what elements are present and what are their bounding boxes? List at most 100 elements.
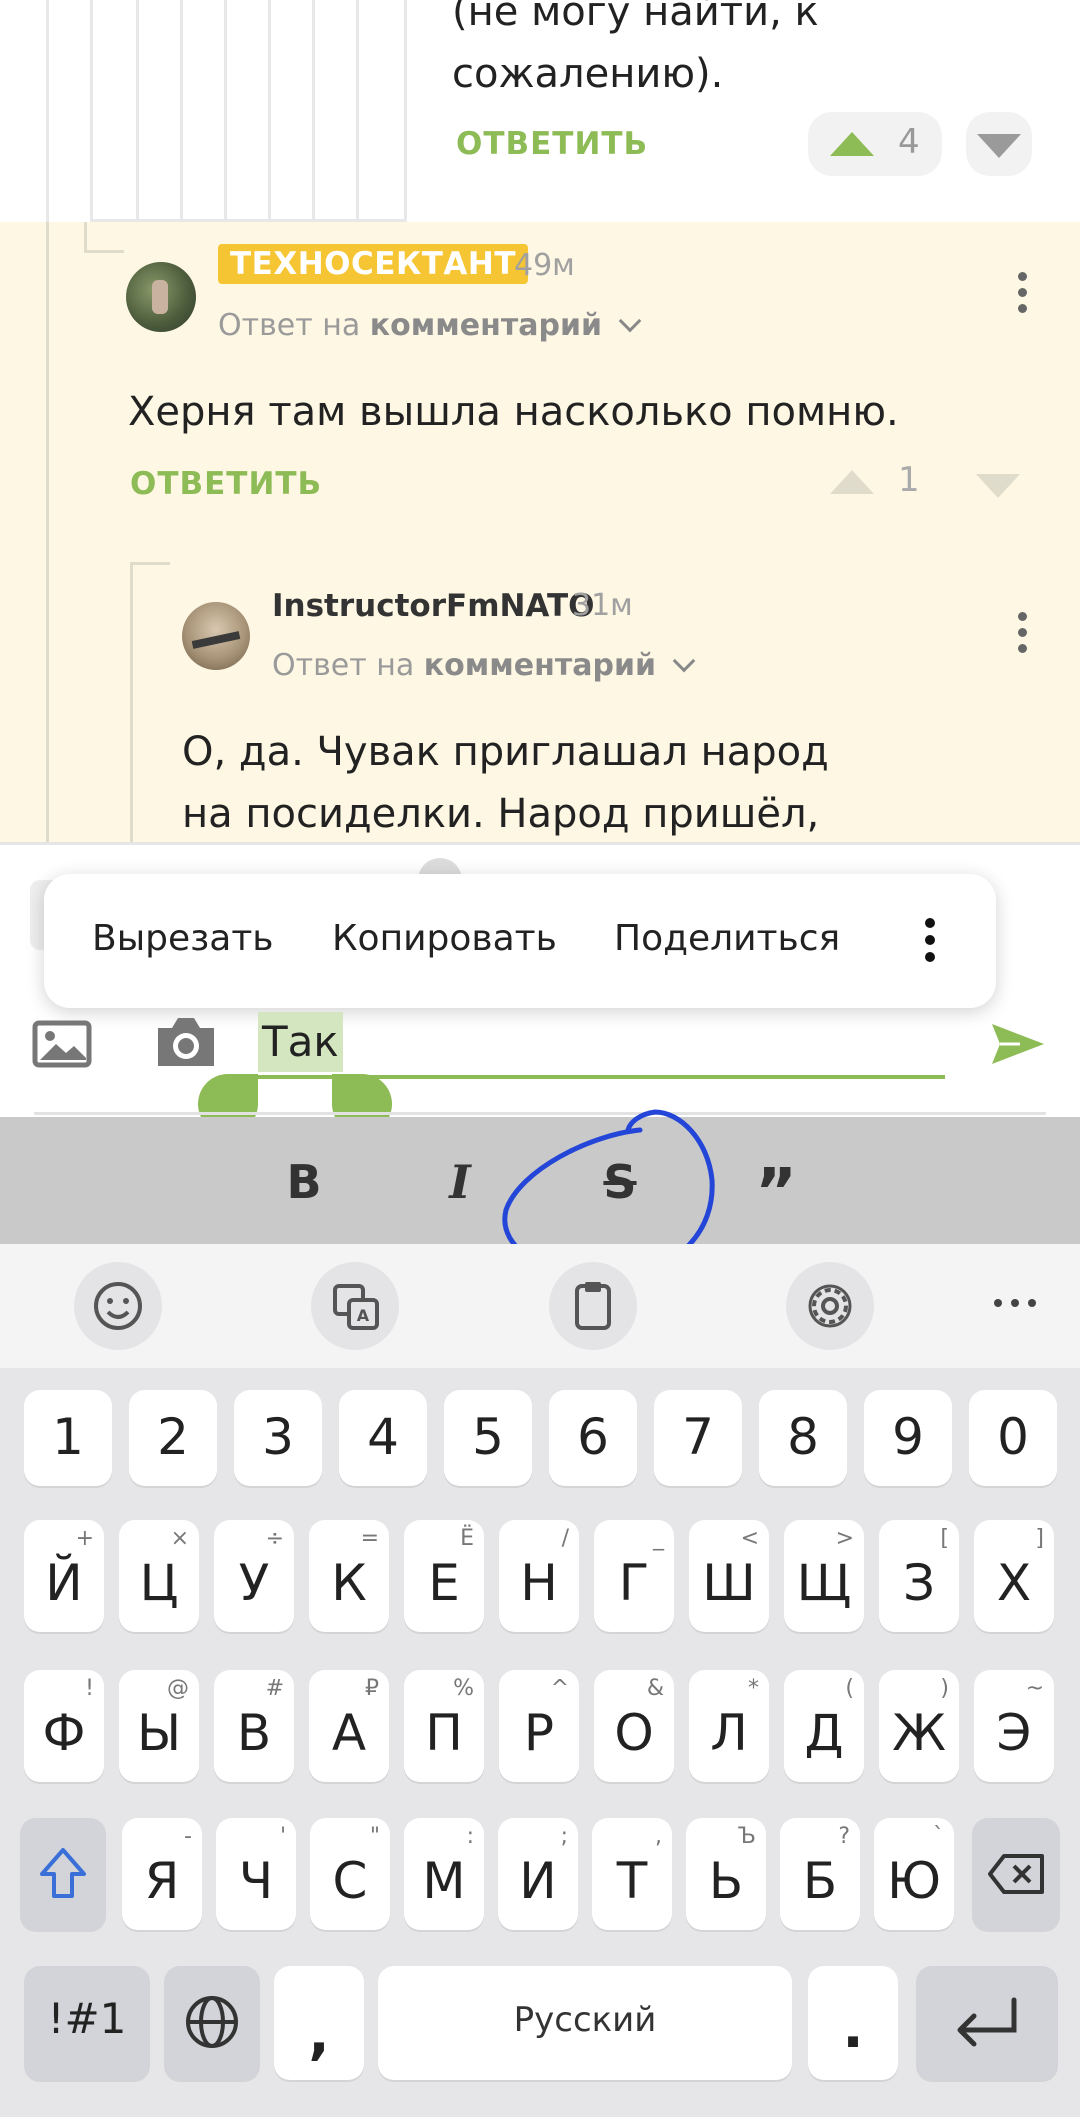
more-horizontal-icon[interactable] <box>990 1288 1040 1318</box>
letter-key[interactable]: > Щ <box>784 1520 864 1632</box>
letter-key[interactable]: ,Т <box>592 1818 672 1930</box>
letter-key[interactable]: ЁЕ <box>404 1520 484 1632</box>
avatar[interactable] <box>126 262 196 332</box>
key-alt-label: # <box>265 1676 284 1701</box>
downvote-icon[interactable] <box>976 474 1020 498</box>
letter-key[interactable]: :М <box>404 1818 484 1930</box>
avatar[interactable] <box>182 602 250 670</box>
number-key[interactable]: 3 <box>234 1390 322 1486</box>
letter-key[interactable]: ЪЬ <box>686 1818 766 1930</box>
letter-key[interactable]: < Ш <box>689 1520 769 1632</box>
emoji-icon[interactable] <box>74 1262 162 1350</box>
letter-key[interactable]: -Я <box>122 1818 202 1930</box>
reply-to-meta[interactable]: Ответ на комментарий <box>272 648 695 683</box>
key-label: 3 <box>262 1408 294 1466</box>
letter-key[interactable]: / Н <box>499 1520 579 1632</box>
letter-key[interactable]: + Й <box>24 1520 104 1632</box>
letter-key[interactable]: ] Х <box>974 1520 1054 1632</box>
camera-icon[interactable] <box>154 1014 218 1070</box>
letter-key[interactable]: × Ц <box>119 1520 199 1632</box>
reply-to-meta[interactable]: Ответ на комментарий <box>218 308 641 343</box>
number-key[interactable]: 1 <box>24 1390 112 1486</box>
translate-icon[interactable]: A <box>311 1262 399 1350</box>
quote-button[interactable]: ” <box>736 1147 816 1230</box>
italic-button[interactable]: I <box>420 1147 500 1217</box>
clipboard-icon[interactable] <box>549 1262 637 1350</box>
keyboard-toolbar: A <box>0 1244 1080 1368</box>
key-alt-label: % <box>453 1676 474 1701</box>
downvote-box[interactable] <box>966 112 1032 176</box>
letter-key[interactable]: " С <box>310 1818 390 1930</box>
reply-button[interactable]: ОТВЕТИТЬ <box>456 126 648 162</box>
username[interactable]: InstructorFmNATO <box>272 588 595 624</box>
reply-button[interactable]: ОТВЕТИТЬ <box>130 466 322 502</box>
letter-key[interactable]: _ Г <box>594 1520 674 1632</box>
chevron-down-icon[interactable] <box>672 649 695 673</box>
cut-menu-item[interactable]: Вырезать <box>92 918 274 959</box>
letter-key[interactable]: ; И <box>498 1818 578 1930</box>
letter-key[interactable]: ~ Э <box>974 1670 1054 1782</box>
space-key-label: Русский <box>513 2000 657 2040</box>
reply-to-target[interactable]: комментарий <box>370 308 602 343</box>
upvote-box[interactable]: 4 <box>808 112 942 176</box>
letter-key[interactable]: ÷ У <box>214 1520 294 1632</box>
key-label: Ж <box>892 1704 946 1762</box>
letter-key[interactable]: & О <box>594 1670 674 1782</box>
share-menu-item[interactable]: Поделиться <box>614 918 840 959</box>
bold-button[interactable]: B <box>264 1147 344 1217</box>
more-options-icon[interactable] <box>1002 612 1042 662</box>
letter-key[interactable]: ) Ж <box>879 1670 959 1782</box>
more-options-icon[interactable] <box>910 918 950 968</box>
key-alt-label: = <box>360 1526 379 1551</box>
key-alt-label: ; <box>560 1824 568 1849</box>
space-key[interactable]: Русский <box>378 1966 792 2080</box>
number-key[interactable]: 8 <box>759 1390 847 1486</box>
key-label: Ю <box>887 1852 941 1910</box>
number-key[interactable]: 7 <box>654 1390 742 1486</box>
comma-key[interactable]: , <box>274 1966 364 2080</box>
enter-key[interactable] <box>916 1966 1058 2080</box>
letter-key[interactable]: = К <box>309 1520 389 1632</box>
backspace-key[interactable] <box>972 1818 1060 1930</box>
shift-key[interactable] <box>20 1818 106 1930</box>
comma-key-label: , <box>308 2002 330 2067</box>
letter-key[interactable]: @ Ы <box>119 1670 199 1782</box>
letter-key[interactable]: [З <box>879 1520 959 1632</box>
globe-key[interactable] <box>164 1966 260 2080</box>
number-key[interactable]: 5 <box>444 1390 532 1486</box>
symbols-key-label: !#1 <box>47 1994 127 2043</box>
number-key[interactable]: 9 <box>864 1390 952 1486</box>
thread-line <box>84 222 87 252</box>
symbols-key[interactable]: !#1 <box>24 1966 150 2080</box>
copy-menu-item[interactable]: Копировать <box>332 918 557 959</box>
letter-key[interactable]: (Д <box>784 1670 864 1782</box>
letter-key[interactable]: ? Б <box>780 1818 860 1930</box>
letter-key[interactable]: ` Ю <box>874 1818 954 1930</box>
letter-key[interactable]: ' Ч <box>216 1818 296 1930</box>
send-icon[interactable] <box>990 1020 1046 1068</box>
key-label: Й <box>45 1554 83 1612</box>
gear-icon[interactable] <box>786 1262 874 1350</box>
comment-input-selected-text[interactable]: Так <box>258 1012 343 1072</box>
letter-key[interactable]: ₽ А <box>309 1670 389 1782</box>
number-key[interactable]: 4 <box>339 1390 427 1486</box>
letter-key[interactable]: ^ Р <box>499 1670 579 1782</box>
reply-to-target[interactable]: комментарий <box>424 648 656 683</box>
thread-line <box>84 250 124 253</box>
number-key[interactable]: 6 <box>549 1390 637 1486</box>
thread-line <box>224 0 227 222</box>
downvote-icon[interactable] <box>977 134 1021 158</box>
upvote-icon[interactable] <box>830 132 874 156</box>
upvote-icon[interactable] <box>830 470 874 494</box>
period-key[interactable]: . <box>808 1966 898 2080</box>
more-options-icon[interactable] <box>1002 272 1042 322</box>
letter-key[interactable]: ! Ф <box>24 1670 104 1782</box>
username-badge[interactable]: ТЕХНОСЕКТАНТ <box>218 244 529 284</box>
image-icon[interactable] <box>32 1020 92 1068</box>
letter-key[interactable]: # В <box>214 1670 294 1782</box>
letter-key[interactable]: * Л <box>689 1670 769 1782</box>
number-key[interactable]: 2 <box>129 1390 217 1486</box>
letter-key[interactable]: % П <box>404 1670 484 1782</box>
number-key[interactable]: 0 <box>969 1390 1057 1486</box>
chevron-down-icon[interactable] <box>618 309 641 333</box>
